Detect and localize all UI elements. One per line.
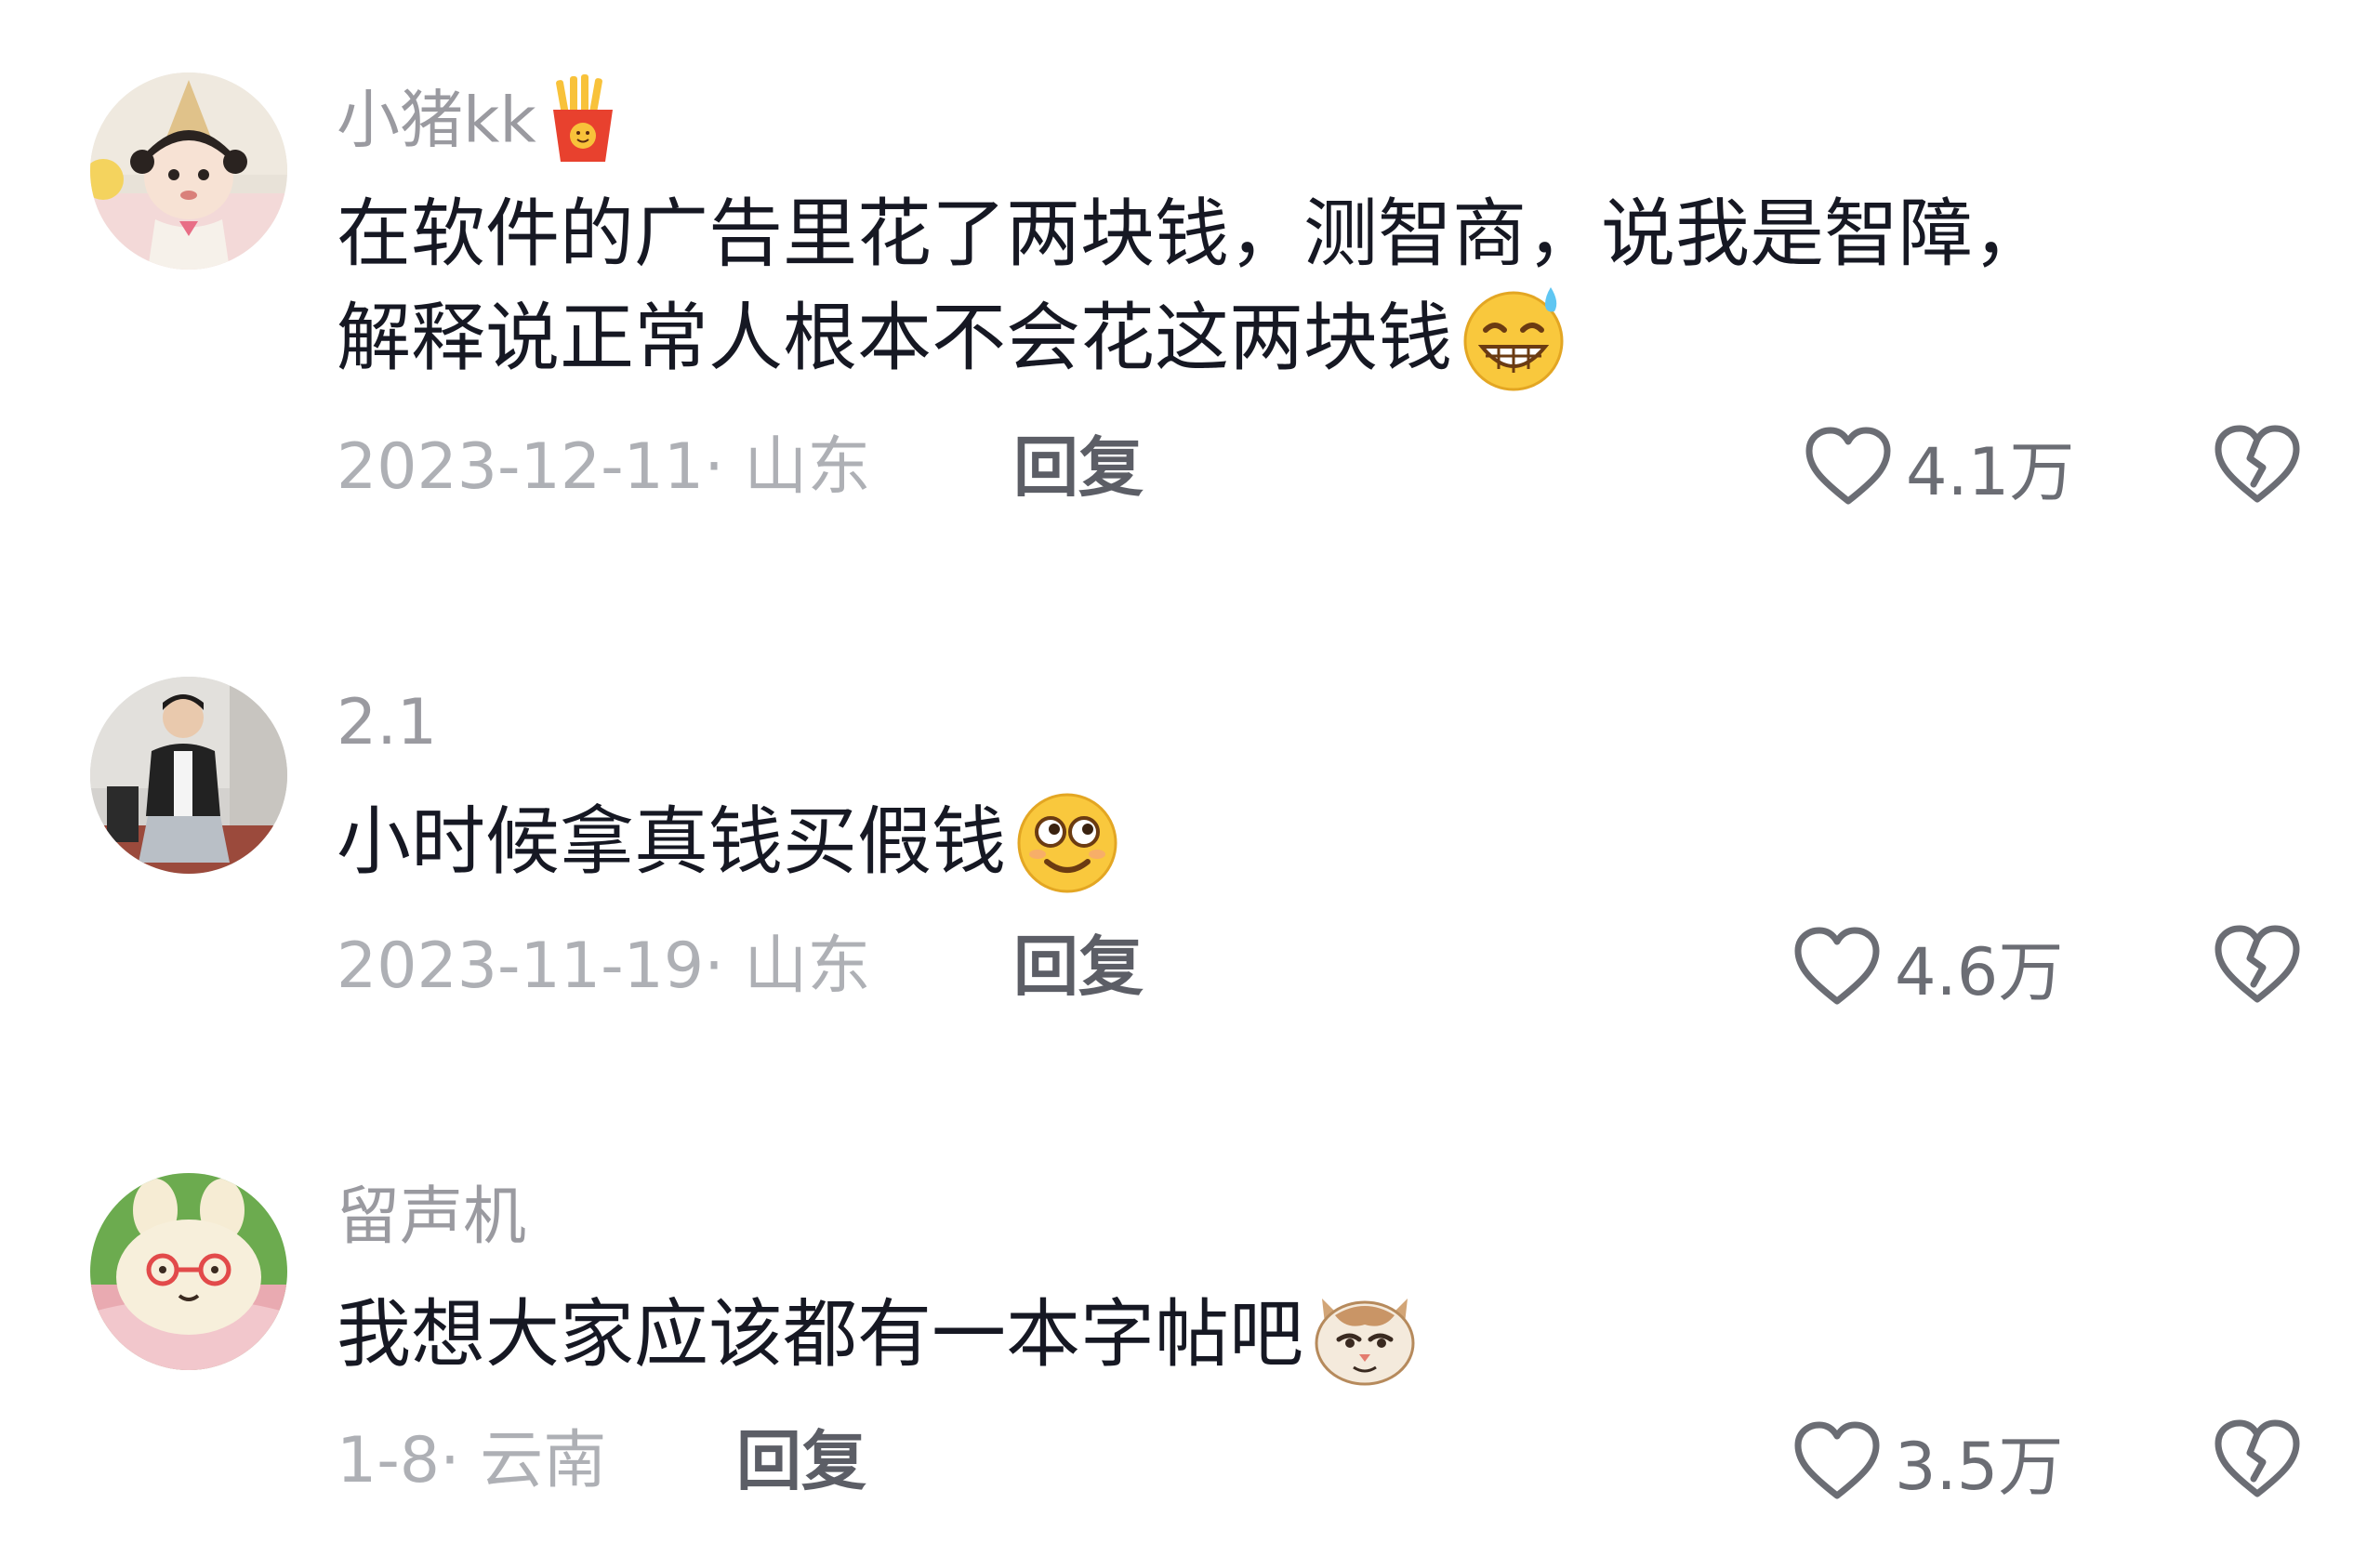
broken-heart-icon[interactable] [2213, 1418, 2302, 1501]
comment-text-line-2: 解释说正常人根本不会花这两块钱 [337, 295, 1452, 381]
comment-text-line: 在软件的广告里花了两块钱，测智商，说我是智障， [337, 191, 2047, 277]
comment-text: 小时候拿真钱买假钱 [337, 790, 2270, 903]
comment-text: 我想大家应该都有一本字帖吧 [337, 1283, 2270, 1395]
fries-icon [546, 74, 620, 164]
silly-face-emoji [1012, 785, 1123, 897]
avatar[interactable] [90, 73, 287, 270]
heart-icon [1792, 925, 1882, 1009]
comment-date: 2023-11-19 [337, 930, 705, 1003]
comment-meta: 2023-11-19· 山东 [337, 930, 870, 1004]
reply-button[interactable]: 回复 [1013, 930, 1144, 1004]
comment-meta: 1-8· 云南 [337, 1424, 606, 1498]
heart-icon [1792, 1419, 1882, 1503]
like-button[interactable]: 4.6万 [1792, 920, 2063, 1013]
comment-location: · 云南 [440, 1424, 607, 1497]
comment-date: 2023-12-11 [337, 430, 705, 504]
comment-date: 1-8 [337, 1424, 441, 1497]
comment-location: · 山东 [704, 930, 871, 1003]
comment-text-line: 小时候拿真钱买假钱 [337, 798, 1006, 885]
reply-button[interactable]: 回复 [1013, 430, 1144, 505]
heart-icon [1804, 425, 1893, 508]
avatar[interactable] [90, 1173, 287, 1370]
smug-cat-emoji [1309, 1278, 1421, 1390]
username[interactable]: 2.1 [337, 686, 437, 760]
like-count: 4.6万 [1895, 933, 2064, 1010]
username[interactable]: 留声机 [337, 1180, 526, 1255]
comment-text-line: 解释说正常人根本不会花这两块钱 [337, 286, 2270, 399]
like-count: 3.5万 [1895, 1428, 2064, 1505]
comment-meta: 2023-12-11· 山东 [337, 430, 870, 505]
comment-text: 在软件的广告里花了两块钱，测智商，说我是智障， 解释说正常人根本不会花这两块钱 [337, 182, 2270, 399]
like-count: 4.1万 [1906, 433, 2075, 510]
username-text: 小猪kk [337, 84, 536, 158]
comment-location: · 山东 [704, 430, 871, 504]
avatar[interactable] [90, 677, 287, 874]
reply-button[interactable]: 回复 [736, 1424, 866, 1498]
broken-heart-icon[interactable] [2213, 423, 2302, 507]
sweat-grin-emoji [1458, 282, 1569, 393]
like-button[interactable]: 4.1万 [1804, 420, 2074, 513]
like-button[interactable]: 3.5万 [1792, 1415, 2063, 1508]
comment-text-line: 我想大家应该都有一本字帖吧 [337, 1291, 1303, 1378]
username[interactable]: 小猪kk [337, 74, 620, 169]
broken-heart-icon[interactable] [2213, 923, 2302, 1007]
